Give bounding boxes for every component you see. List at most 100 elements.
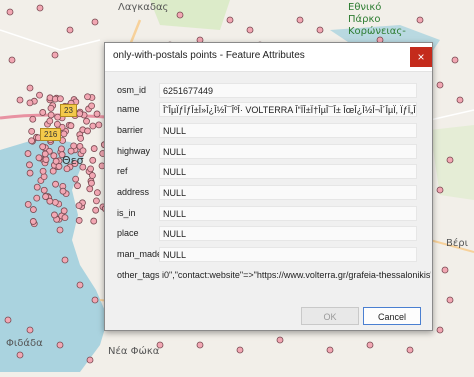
poi-point [42,156,50,163]
ok-button[interactable]: OK [301,307,359,325]
poi-point [30,206,37,213]
poi-point [6,8,14,16]
field-label-address: address [117,187,150,197]
poi-point [26,161,33,169]
poi-point [93,197,100,205]
poi-point [56,95,64,103]
poi-point [16,351,24,359]
poi-point [58,145,65,153]
poi-point [84,127,91,135]
poi-point [59,187,67,195]
field-row-other-tags: other_tags i0","contact:website"=>"https… [105,267,432,285]
field-row-ref: ref NULL [105,163,432,181]
poi-point [26,169,34,177]
poi-point [75,217,83,224]
dialog-titlebar[interactable]: only-with-postals points - Feature Attri… [105,43,432,72]
poi-point [47,104,55,112]
poi-point [89,172,96,179]
field-row-address: address NULL [105,184,432,202]
poi-point [75,202,83,210]
poi-point [24,150,32,157]
poi-point [60,130,68,138]
field-value-barrier[interactable]: NULL [159,123,417,138]
field-value-man-made[interactable]: NULL [159,247,417,262]
poi-point [56,341,64,349]
field-label-ref: ref [117,166,128,176]
field-value-name[interactable]: Î˜ÎµÏƒÏƒÎ±Î»Î¿Î½Î¯ÎºÎ· VOLTERRA Î“ÏÎ±Ï†Î… [159,102,417,117]
poi-point [26,99,34,107]
poi-point [89,122,97,130]
poi-point [51,51,59,59]
poi-point [90,145,98,152]
poi-point [79,147,87,155]
field-row-place: place NULL [105,225,432,243]
poi-point [436,81,444,89]
poi-point [72,175,80,183]
poi-point [28,127,36,135]
field-value-address[interactable]: NULL [159,185,417,200]
poi-point [276,336,284,344]
field-value-place[interactable]: NULL [159,226,417,241]
field-value-highway[interactable]: NULL [159,144,417,159]
poi-point [40,186,48,194]
close-button[interactable]: × [410,47,432,67]
poi-point [83,117,90,125]
field-row-is-in: is_in NULL [105,205,432,223]
dialog-title: only-with-postals points - Feature Attri… [113,50,305,61]
field-row-barrier: barrier NULL [105,122,432,140]
poi-point [56,226,64,234]
dialog-button-bar: OK Cancel [105,305,432,329]
poi-point [84,93,91,101]
field-value-osm-id[interactable]: 6251677449 [159,83,417,98]
poi-point [176,11,184,19]
poi-point [436,186,444,194]
poi-point [246,26,254,34]
poi-point [33,194,41,202]
poi-point [446,296,454,304]
poi-point [39,109,47,116]
field-value-is-in[interactable]: NULL [159,206,417,221]
road-shield-23: 23 [60,104,77,117]
poi-point [86,185,94,193]
poi-point [316,26,324,34]
poi-point [8,56,16,64]
field-label-man-made: man_made [117,249,163,259]
poi-point [441,266,449,274]
poi-point [86,356,94,364]
poi-point [36,4,44,12]
field-label-place: place [117,228,139,238]
poi-point [196,341,204,349]
field-label-is-in: is_in [117,208,136,218]
poi-point [51,198,59,206]
poi-point [26,326,34,334]
poi-point [88,179,95,187]
poi-point [39,143,47,151]
poi-point [451,56,459,64]
poi-point [446,156,454,164]
cancel-button[interactable]: Cancel [363,307,421,325]
poi-point [87,165,94,173]
poi-point [91,296,99,304]
poi-point [456,96,464,104]
map-label-veria: Βέρι [446,238,468,249]
poi-point [366,341,374,349]
poi-point [92,206,100,214]
field-row-name: name Î˜ÎµÏƒÏƒÎ±Î»Î¿Î½Î¯ÎºÎ· VOLTERRA Î“Ï… [105,101,432,119]
field-value-ref[interactable]: NULL [159,164,417,179]
feature-attributes-dialog: only-with-postals points - Feature Attri… [104,42,433,331]
field-row-highway: highway NULL [105,143,432,161]
field-label-highway: highway [117,146,151,156]
poi-point [60,207,68,215]
poi-point [16,96,24,104]
poi-point [91,18,99,26]
road-shield-216: 216 [40,128,62,141]
poi-point [51,211,58,219]
poi-point [53,120,61,128]
map-label-city: Θεσ [62,154,84,167]
poi-point [47,111,55,119]
map-label-bottom-left: Φιδάδα [6,338,43,349]
field-value-other-tags[interactable]: i0","contact:website"=>"https://www.volt… [159,268,431,283]
poi-point [76,110,84,118]
poi-point [61,214,69,222]
poi-point [76,281,84,289]
